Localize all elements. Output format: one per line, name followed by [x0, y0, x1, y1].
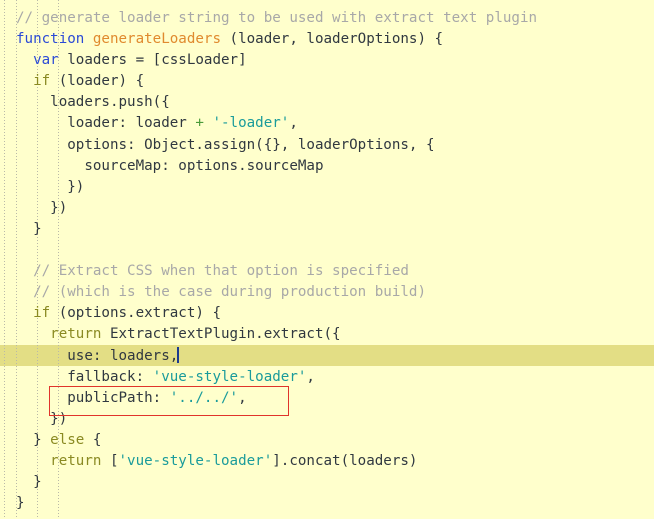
code-content[interactable]: // generate loader string to be used wit… [0, 0, 654, 519]
code-line[interactable]: }) [0, 409, 654, 430]
code-token: loaders.push({ [16, 94, 170, 111]
code-line[interactable]: return ['vue-style-loader'].concat(loade… [0, 451, 654, 472]
code-token: if [33, 73, 51, 90]
code-token: , [289, 115, 298, 132]
code-editor[interactable]: // generate loader string to be used wit… [0, 0, 654, 519]
code-token: (loader) { [50, 73, 145, 90]
code-token: (options.extract) { [50, 305, 222, 322]
code-token: }) [16, 410, 68, 427]
code-token: function [16, 31, 93, 48]
code-token: ExtractTextPlugin.extract({ [101, 326, 341, 343]
code-token: } [16, 220, 42, 237]
code-line[interactable]: // Extract CSS when that option is speci… [0, 261, 654, 282]
code-line[interactable]: // generate loader string to be used wit… [0, 8, 654, 29]
code-line[interactable]: if (loader) { [0, 71, 654, 92]
code-line[interactable]: return ExtractTextPlugin.extract({ [0, 324, 654, 345]
code-line[interactable]: use: loaders, [0, 346, 654, 367]
code-token: return [50, 452, 102, 469]
code-token: generateLoaders [92, 31, 221, 48]
code-token: , [238, 389, 247, 406]
code-line[interactable]: loader: loader + '-loader', [0, 113, 654, 134]
code-token: } [16, 431, 51, 448]
code-token: 'vue-style-loader' [118, 452, 273, 469]
code-token: fallback: [16, 368, 153, 385]
code-token: } [16, 474, 42, 491]
code-line[interactable]: if (options.extract) { [0, 303, 654, 324]
code-token: 'vue-style-loader' [152, 368, 307, 385]
code-token: loaders = [cssLoader] [58, 52, 247, 69]
code-token: '../../' [169, 389, 239, 406]
code-token: sourceMap: options.sourceMap [16, 157, 324, 174]
code-line[interactable]: // (which is the case during production … [0, 282, 654, 303]
code-line[interactable]: publicPath: '../../', [0, 388, 654, 409]
code-token: , [306, 368, 315, 385]
code-token: (loader, loaderOptions) { [221, 31, 444, 48]
code-token: [ [101, 452, 119, 469]
code-token: use: loaders, [16, 347, 179, 364]
code-line[interactable]: sourceMap: options.sourceMap [0, 156, 654, 177]
code-token: var [33, 52, 59, 69]
code-token: // Extract CSS when that option is speci… [16, 263, 409, 280]
code-line[interactable]: } [0, 219, 654, 240]
code-line[interactable]: function generateLoaders (loader, loader… [0, 29, 654, 50]
code-token: ].concat(loaders) [272, 452, 418, 469]
code-line[interactable]: fallback: 'vue-style-loader', [0, 367, 654, 388]
code-token: }) [16, 199, 68, 216]
code-token: } [16, 495, 25, 512]
code-token: }) [16, 178, 85, 195]
code-token: options: Object.assign({}, loaderOptions… [16, 136, 435, 153]
text-caret [177, 346, 179, 363]
code-line[interactable]: var loaders = [cssLoader] [0, 50, 654, 71]
code-token: publicPath: [16, 389, 170, 406]
code-token: loader: loader [16, 115, 196, 132]
code-line[interactable]: } [0, 472, 654, 493]
code-line[interactable]: }) [0, 177, 654, 198]
code-token: { [84, 431, 102, 448]
code-line[interactable]: } else { [0, 430, 654, 451]
code-line[interactable]: loaders.push({ [0, 92, 654, 113]
code-token: // (which is the case during production … [16, 284, 426, 301]
code-line[interactable]: options: Object.assign({}, loaderOptions… [0, 135, 654, 156]
code-token: return [50, 326, 102, 343]
code-line[interactable]: }) [0, 198, 654, 219]
code-line[interactable] [0, 240, 654, 261]
code-token: // generate loader string to be used wit… [16, 10, 538, 26]
code-token: else [50, 431, 85, 448]
code-line[interactable] [0, 514, 654, 519]
code-token: + [195, 115, 204, 132]
code-token: '-loader' [212, 115, 290, 132]
code-token: if [33, 305, 51, 322]
code-line[interactable]: } [0, 493, 654, 514]
